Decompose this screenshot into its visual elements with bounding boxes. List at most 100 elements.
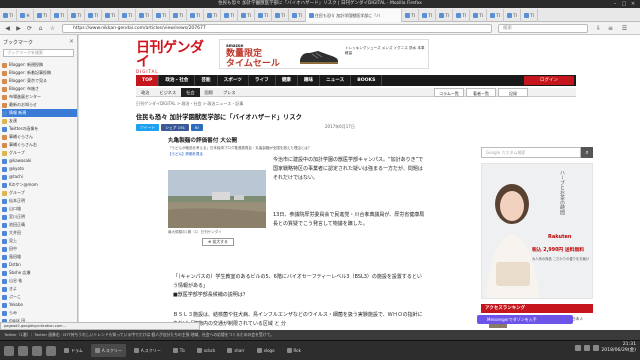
taskbar-task[interactable]: sharr [223, 344, 248, 357]
taskbar-task[interactable]: Rok [283, 344, 305, 357]
tab[interactable]: TI [487, 9, 504, 22]
tab[interactable]: TI [102, 9, 119, 22]
tab[interactable]: TI [289, 9, 306, 22]
bookmark-item[interactable]: Blogger: 東京で見る [2, 77, 77, 85]
menu-item[interactable]: TOP [136, 75, 160, 86]
bookmark-item[interactable]: きよ [2, 285, 77, 293]
breadcrumb[interactable]: 日刊ゲンダイDIGITAL > 政治・社会 > 政治ニュース・記事 [136, 101, 243, 107]
bookmark-item[interactable]: らみ [2, 309, 77, 317]
search-icon[interactable]: ⌕ [581, 147, 593, 158]
bookmark-item[interactable]: Blogger: 新規投稿 [2, 61, 77, 69]
home-icon[interactable]: ⌂ [36, 24, 45, 33]
tab[interactable]: TI [119, 9, 136, 22]
hatena-bookmark-button[interactable]: B! [191, 124, 204, 131]
menu-item[interactable]: 芸能 [195, 75, 218, 86]
taskbar-task[interactable]: ドラム [60, 344, 87, 357]
banner-ad[interactable]: amazon 数量限定 タイムセール トレッキングシューズ メンズ イグニス 防… [219, 39, 429, 69]
url-input[interactable]: https://www.nikkan-gendai.com/articles/v… [62, 24, 492, 33]
minimize-icon[interactable]: – [612, 1, 618, 7]
site-search-input[interactable]: Google カスタム検索 [481, 147, 581, 158]
bookmark-item[interactable]: 事補ぐらさん [2, 133, 77, 141]
file-manager-icon[interactable] [18, 345, 28, 356]
bookmark-item[interactable]: 最新のお知らせ [2, 101, 77, 109]
bookmark-item[interactable]: 情報 新規 [2, 109, 77, 117]
bookmark-item[interactable]: 見上 [2, 237, 77, 245]
bookmark-item[interactable]: Sbshe 広瀬 [2, 269, 77, 277]
menu-icon[interactable]: ☰ [620, 24, 629, 33]
tab[interactable]: TI [255, 9, 272, 22]
submenu-item[interactable]: プレス [218, 88, 241, 97]
tab[interactable]: TI [153, 9, 170, 22]
tab[interactable]: TI [504, 9, 521, 22]
bookmark-item[interactable]: 事補ぐらさん右 [2, 141, 77, 149]
sidebar-title[interactable]: ブックマーク [3, 39, 33, 46]
bookmark-item[interactable]: 田中 [2, 245, 77, 253]
bookmark-item[interactable]: Blogger: 新着記事投稿 [2, 69, 77, 77]
bookmark-item[interactable]: 大井田 [2, 229, 77, 237]
tab[interactable]: TI [272, 9, 289, 22]
menu-item[interactable]: 政治・社会 [159, 75, 196, 86]
tab-active[interactable]: 住民も恐々 加計学園獣医学部に「バ [306, 9, 402, 22]
submenu-item[interactable]: 国際 [200, 88, 218, 97]
bookmark-item[interactable]: ぷーこ [2, 293, 77, 301]
column-tab[interactable]: 記録 [498, 88, 528, 97]
tab[interactable]: TI [170, 9, 187, 22]
tab[interactable]: TI [436, 9, 453, 22]
site-logo[interactable]: 日刊ゲンダイ DIGITAL [136, 41, 206, 74]
tab[interactable]: H [17, 9, 34, 22]
browser-launcher-icon[interactable] [46, 345, 56, 356]
back-icon[interactable]: ◀ [3, 24, 12, 33]
tab[interactable]: TI [34, 9, 51, 22]
sidebar-close-icon[interactable]: × [69, 38, 74, 45]
clock[interactable]: 21:31 2018/06/29(金) [601, 342, 636, 354]
menu-item[interactable]: ニュース [320, 75, 352, 86]
tab[interactable]: TI [204, 9, 221, 22]
zoom-photo-button[interactable]: ⊕ 拡大する [202, 238, 234, 246]
terminal-icon[interactable] [32, 345, 42, 356]
battery-icon[interactable] [593, 345, 599, 351]
tweet-button[interactable]: ツイート [136, 124, 160, 131]
bookmark-item[interactable]: 宮川正明 [2, 213, 77, 221]
taskbar-task[interactable]: xlogo [253, 344, 279, 357]
taskbar-task[interactable]: Tb [169, 344, 189, 357]
bookmark-search-input[interactable]: ブックマークを検索 [3, 49, 74, 57]
bookmark-item[interactable]: Yokobo [2, 301, 77, 309]
close-icon[interactable]: × [630, 1, 636, 7]
tab[interactable]: TI [470, 9, 487, 22]
volume-icon[interactable] [584, 345, 590, 351]
tab[interactable]: TI [419, 9, 436, 22]
bookmark-star-icon[interactable]: ☆ [48, 24, 57, 33]
bookmark-item[interactable]: グループ [2, 149, 77, 157]
browser-search-input[interactable]: 検索 [498, 24, 588, 33]
tab[interactable]: TI [85, 9, 102, 22]
bookmark-item[interactable]: Kのケン@mom [2, 181, 77, 189]
start-menu-icon[interactable] [4, 345, 14, 356]
submenu-item[interactable]: ビジネス [154, 88, 181, 97]
bookmark-item[interactable]: 友達 [2, 117, 77, 125]
tab[interactable]: TI [136, 9, 153, 22]
download-icon[interactable]: ⇩ [594, 24, 603, 33]
bookmark-item[interactable]: 島田雄 [2, 253, 77, 261]
bookmark-item[interactable]: 山口雄 [2, 205, 77, 213]
facebook-share-button[interactable]: シェア 191 [161, 124, 190, 131]
bookmark-item[interactable]: Blogger: 布施さ [2, 85, 77, 93]
taskbar-task[interactable]: xcbck [193, 344, 220, 357]
tab[interactable]: TI [402, 9, 419, 22]
menu-item[interactable]: ライフ [249, 75, 276, 86]
network-icon[interactable] [575, 345, 581, 351]
menu-item[interactable]: スポーツ [218, 75, 249, 86]
bookmark-item[interactable]: グループ [2, 189, 77, 197]
library-icon[interactable]: ≡ [606, 24, 615, 33]
tab[interactable]: TI [51, 9, 68, 22]
column-tab[interactable]: コラム一覧 [434, 88, 464, 97]
bookmark-item[interactable]: @kyoto [2, 165, 77, 173]
tab[interactable]: TI [238, 9, 255, 22]
bookmark-item[interactable]: 布場進展センター [2, 93, 77, 101]
tab[interactable]: TI [187, 9, 204, 22]
messenger-button[interactable]: Messengerでダゾンを入手 [477, 315, 573, 324]
menu-item[interactable]: 健康 [276, 75, 298, 86]
bookmark-item[interactable]: 山谷 祐 [2, 277, 77, 285]
forward-icon[interactable]: ▶ [14, 24, 23, 33]
tab[interactable]: TI [221, 9, 238, 22]
submenu-item[interactable]: 政治 [136, 88, 154, 97]
